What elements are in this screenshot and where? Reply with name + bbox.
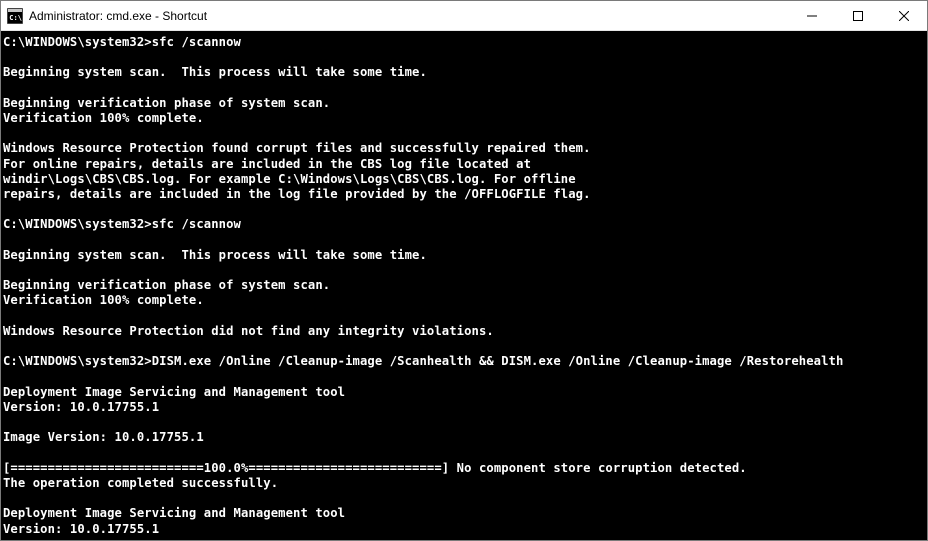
terminal-line [3,263,925,278]
terminal-line [3,369,925,384]
cmd-icon: C:\ [7,8,23,24]
terminal-line: Beginning system scan. This process will… [3,248,925,263]
terminal-line: C:\WINDOWS\system32>DISM.exe /Online /Cl… [3,354,925,369]
terminal-line: Version: 10.0.17755.1 [3,522,925,537]
titlebar[interactable]: C:\ Administrator: cmd.exe - Shortcut [1,1,927,31]
terminal-line: repairs, details are included in the log… [3,187,925,202]
terminal-line: C:\WINDOWS\system32>sfc /scannow [3,35,925,50]
terminal-line [3,202,925,217]
terminal-line: Beginning verification phase of system s… [3,278,925,293]
terminal-line [3,81,925,96]
minimize-button[interactable] [789,1,835,30]
terminal-line [3,415,925,430]
terminal-line [3,309,925,324]
terminal-line [3,126,925,141]
terminal-output[interactable]: C:\WINDOWS\system32>sfc /scannow Beginni… [1,31,927,540]
terminal-line: The operation completed successfully. [3,476,925,491]
terminal-line: Version: 10.0.17755.1 [3,400,925,415]
terminal-line [3,233,925,248]
terminal-line: Windows Resource Protection found corrup… [3,141,925,156]
terminal-line: C:\WINDOWS\system32>sfc /scannow [3,217,925,232]
window-controls [789,1,927,30]
terminal-line: Verification 100% complete. [3,111,925,126]
terminal-line [3,339,925,354]
maximize-button[interactable] [835,1,881,30]
terminal-line: Beginning verification phase of system s… [3,96,925,111]
terminal-line: [==========================100.0%=======… [3,461,925,476]
window-title: Administrator: cmd.exe - Shortcut [29,9,207,23]
terminal-line: windir\Logs\CBS\CBS.log. For example C:\… [3,172,925,187]
terminal-line: Verification 100% complete. [3,293,925,308]
svg-text:C:\: C:\ [9,14,22,22]
terminal-line: Deployment Image Servicing and Managemen… [3,506,925,521]
close-button[interactable] [881,1,927,30]
terminal-line: For online repairs, details are included… [3,157,925,172]
terminal-line [3,537,925,540]
terminal-line [3,491,925,506]
terminal-line: Windows Resource Protection did not find… [3,324,925,339]
terminal-line: Deployment Image Servicing and Managemen… [3,385,925,400]
terminal-line [3,445,925,460]
terminal-line [3,50,925,65]
terminal-line: Image Version: 10.0.17755.1 [3,430,925,445]
terminal-line: Beginning system scan. This process will… [3,65,925,80]
cmd-window: C:\ Administrator: cmd.exe - Shortcut C:… [0,0,928,541]
